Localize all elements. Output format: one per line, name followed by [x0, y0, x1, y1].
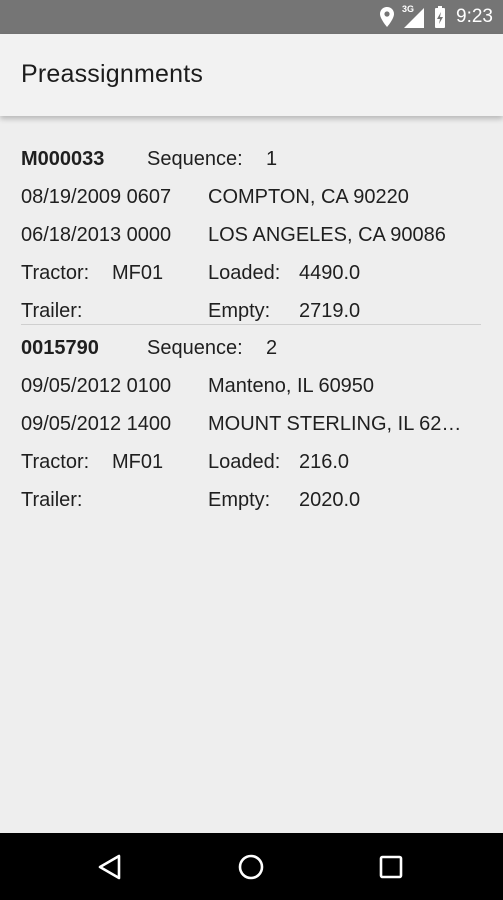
assignment-id: M000033 [21, 148, 105, 170]
tractor-label: Tractor: [21, 451, 90, 473]
status-time: 9:23 [456, 6, 493, 27]
stop-row: 06/18/2013 0000 LOS ANGELES, CA 90086 [21, 216, 491, 254]
stop-datetime: 09/05/2012 0100 [21, 375, 172, 397]
stop-row: 08/19/2009 0607 COMPTON, CA 90220 [21, 178, 491, 216]
preassignment-list: M000033 Sequence: 1 08/19/2009 0607 COMP… [0, 116, 503, 833]
trailer-row: Trailer: Empty: 2020.0 [21, 481, 491, 519]
home-button[interactable] [233, 849, 269, 885]
item-header-row: 0015790 Sequence: 2 [21, 329, 491, 367]
empty-value: 2020.0 [299, 489, 361, 511]
signal-icon: 3G [402, 4, 426, 28]
stop-location: Manteno, IL 60950 [208, 375, 375, 397]
status-bar: 3G 9:23 [0, 0, 503, 34]
stop-location: MOUNT STERLING, IL 62… [208, 413, 462, 435]
stop-location: COMPTON, CA 90220 [208, 186, 409, 208]
sequence-value: 1 [266, 148, 278, 170]
trailer-label: Trailer: [21, 489, 83, 511]
back-button[interactable] [92, 849, 128, 885]
tractor-row: Tractor: MF01 Loaded: 216.0 [21, 443, 491, 481]
stop-datetime: 06/18/2013 0000 [21, 224, 172, 246]
network-type-label: 3G [402, 4, 415, 14]
status-icons: 3G 9:23 [380, 0, 493, 34]
loaded-value: 4490.0 [299, 262, 361, 284]
sequence-label: Sequence: [147, 148, 243, 170]
app-bar: Preassignments [0, 34, 503, 116]
page-title: Preassignments [21, 60, 204, 88]
battery-icon [434, 6, 446, 28]
location-icon [380, 7, 395, 27]
list-item[interactable]: M000033 Sequence: 1 08/19/2009 0607 COMP… [0, 140, 503, 326]
sequence-value: 2 [266, 337, 278, 359]
assignment-id: 0015790 [21, 337, 99, 359]
recents-button[interactable] [373, 849, 409, 885]
tractor-row: Tractor: MF01 Loaded: 4490.0 [21, 254, 491, 292]
tractor-value: MF01 [112, 262, 164, 284]
navigation-bar [0, 833, 503, 900]
stop-location: LOS ANGELES, CA 90086 [208, 224, 446, 246]
tractor-value: MF01 [112, 451, 164, 473]
home-icon [237, 853, 265, 881]
recents-icon [378, 854, 404, 880]
loaded-label: Loaded: [208, 262, 281, 284]
sequence-label: Sequence: [147, 337, 243, 359]
back-icon [97, 853, 123, 881]
loaded-value: 216.0 [299, 451, 350, 473]
list-divider [21, 324, 481, 325]
stop-row: 09/05/2012 0100 Manteno, IL 60950 [21, 367, 491, 405]
stop-datetime: 08/19/2009 0607 [21, 186, 172, 208]
list-item[interactable]: 0015790 Sequence: 2 09/05/2012 0100 Mant… [0, 329, 503, 515]
item-header-row: M000033 Sequence: 1 [21, 140, 491, 178]
tractor-label: Tractor: [21, 262, 90, 284]
loaded-label: Loaded: [208, 451, 281, 473]
empty-label: Empty: [208, 489, 271, 511]
stop-datetime: 09/05/2012 1400 [21, 413, 172, 435]
stop-row: 09/05/2012 1400 MOUNT STERLING, IL 62… [21, 405, 491, 443]
